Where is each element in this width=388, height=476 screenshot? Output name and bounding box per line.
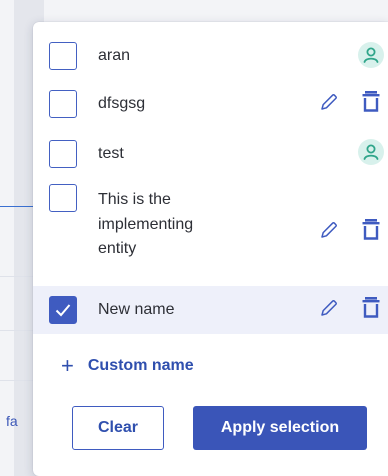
user-icon — [358, 42, 384, 68]
user-icon — [358, 139, 384, 165]
list-item-test[interactable]: test — [33, 134, 388, 184]
option-dropdown: aran dfsgsg test This is the implementin… — [33, 22, 388, 476]
edit-icon[interactable] — [319, 298, 339, 318]
edit-icon[interactable] — [319, 220, 339, 240]
option-label: This is the implementing entity — [98, 188, 258, 262]
option-label-line: entity — [98, 240, 137, 257]
option-label-line: implementing — [98, 215, 194, 233]
checkbox[interactable] — [49, 140, 77, 168]
trash-icon[interactable] — [361, 217, 381, 241]
checkbox-checked[interactable] — [49, 296, 77, 324]
clear-button[interactable]: Clear — [72, 406, 164, 450]
edit-icon[interactable] — [319, 92, 339, 112]
option-label: aran — [98, 47, 131, 64]
trash-icon[interactable] — [361, 89, 381, 113]
trash-icon[interactable] — [361, 295, 381, 319]
checkbox[interactable] — [49, 184, 77, 212]
option-label: test — [98, 145, 124, 162]
list-item-implementing-entity[interactable]: This is the implementing entity — [33, 184, 388, 284]
list-item-dfsgsg[interactable]: dfsgsg — [33, 84, 388, 134]
apply-selection-button[interactable]: Apply selection — [193, 406, 367, 450]
background-text: fa — [6, 413, 18, 429]
plus-icon: + — [61, 353, 74, 378]
list-item-aran[interactable]: aran — [33, 22, 388, 84]
check-icon — [55, 304, 71, 317]
option-label: New name — [98, 301, 175, 318]
checkbox[interactable] — [49, 90, 77, 118]
option-label: dfsgsg — [98, 95, 146, 112]
list-item-new-name[interactable]: New name — [33, 286, 388, 334]
custom-name-label: Custom name — [87, 357, 194, 374]
checkbox[interactable] — [49, 42, 77, 70]
add-custom-name-button[interactable]: + Custom name — [61, 354, 194, 378]
option-label-line: This is the — [98, 191, 171, 208]
